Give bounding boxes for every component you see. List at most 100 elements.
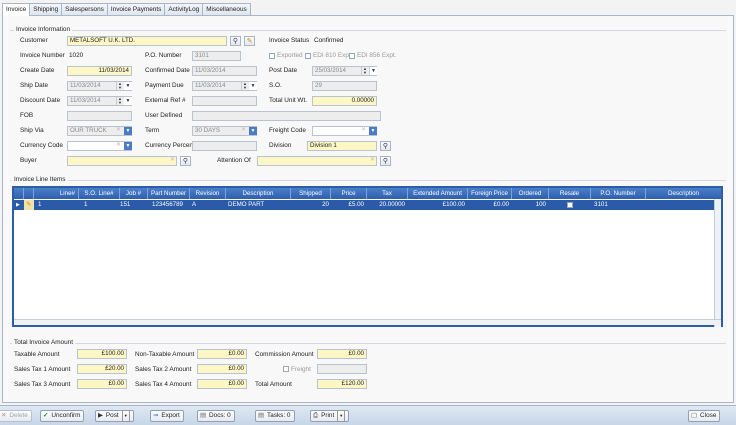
freight-code-clear-icon[interactable]: ✕ bbox=[361, 126, 366, 133]
ship-date-dropdown[interactable]: ▼ bbox=[124, 82, 132, 90]
column-header-description[interactable]: Description bbox=[226, 188, 291, 199]
confirmed-date-field[interactable]: 11/03/2014 bbox=[192, 66, 257, 76]
ship-via-field[interactable]: OUR TRUCK bbox=[67, 126, 132, 136]
column-header-revision[interactable]: Revision bbox=[190, 188, 226, 199]
tab-invoice-payments[interactable]: Invoice Payments bbox=[106, 3, 166, 15]
division-field[interactable]: Division 1 bbox=[307, 141, 377, 151]
ship-date-label: Ship Date bbox=[20, 82, 49, 89]
external-ref-field[interactable] bbox=[192, 96, 257, 106]
payment-due-spinner[interactable]: ▲ ▼ bbox=[241, 82, 248, 90]
fob-field[interactable] bbox=[67, 111, 132, 121]
grid-horizontal-scrollbar[interactable] bbox=[14, 319, 721, 325]
cell-line: 1 bbox=[38, 201, 42, 208]
currency-percent-field[interactable] bbox=[192, 141, 257, 151]
cell-resale bbox=[549, 200, 591, 210]
row-edit-pencil-icon[interactable]: ✎ bbox=[24, 200, 34, 210]
term-field[interactable]: 30 DAYS bbox=[192, 126, 257, 136]
freight-code-dropdown[interactable]: ▼ bbox=[369, 127, 377, 135]
close-button[interactable]: ▢ Close bbox=[688, 410, 721, 422]
customer-edit-button[interactable]: ✎ bbox=[244, 36, 255, 46]
tab-activity-log[interactable]: ActivityLog bbox=[164, 3, 204, 15]
division-search-button[interactable]: ⚲ bbox=[380, 141, 391, 151]
freight-checkbox[interactable] bbox=[283, 366, 289, 372]
printer-icon: ⎙ bbox=[313, 412, 319, 419]
commission-amount-field[interactable]: £0.00 bbox=[317, 349, 367, 359]
edi856-checkbox[interactable] bbox=[349, 53, 355, 59]
ship-via-dropdown[interactable]: ▼ bbox=[124, 127, 132, 135]
po-number-field[interactable]: 3101 bbox=[192, 51, 241, 61]
post-date-dropdown[interactable]: ▼ bbox=[369, 67, 377, 75]
column-header-so-line[interactable]: S.O. Line# bbox=[79, 188, 120, 199]
tab-shipping[interactable]: Shipping bbox=[29, 3, 63, 15]
buyer-search-button[interactable]: ⚲ bbox=[180, 156, 191, 166]
ship-via-clear-icon[interactable]: ✕ bbox=[116, 126, 121, 133]
currency-code-clear-icon[interactable]: ✕ bbox=[116, 141, 121, 148]
total-amount-field[interactable]: £120.00 bbox=[317, 379, 367, 389]
column-header-extended-amount[interactable]: Extended Amount bbox=[408, 188, 468, 199]
tab-miscellaneous[interactable]: Miscellaneous bbox=[202, 3, 251, 15]
tab-invoice[interactable]: Invoice bbox=[2, 3, 31, 16]
term-dropdown[interactable]: ▼ bbox=[249, 127, 257, 135]
payment-due-dropdown[interactable]: ▼ bbox=[249, 82, 257, 90]
discount-date-dropdown[interactable]: ▼ bbox=[124, 97, 132, 105]
currency-code-field[interactable] bbox=[67, 141, 132, 151]
grid-vertical-scrollbar[interactable] bbox=[714, 199, 721, 327]
create-date-field[interactable]: 11/03/2014 bbox=[67, 66, 132, 76]
edi810-checkbox[interactable] bbox=[305, 53, 311, 59]
exported-checkbox[interactable] bbox=[269, 53, 275, 59]
buyer-clear-icon[interactable]: ✕ bbox=[170, 156, 175, 163]
attention-clear-icon[interactable]: ✕ bbox=[370, 156, 375, 163]
attention-search-button[interactable]: ⚲ bbox=[380, 156, 391, 166]
freight-field[interactable] bbox=[317, 364, 367, 374]
customer-label: Customer bbox=[20, 37, 48, 44]
column-header-part-number[interactable]: Part Number bbox=[148, 188, 190, 199]
buyer-field[interactable] bbox=[67, 156, 177, 166]
document-icon: ▤ bbox=[200, 412, 207, 419]
sales-tax-3-field[interactable]: £0.00 bbox=[77, 379, 127, 389]
export-label: Export bbox=[161, 412, 180, 419]
print-dropdown-icon[interactable]: ▼ bbox=[337, 410, 346, 422]
resale-checkbox[interactable] bbox=[567, 202, 573, 208]
post-date-spinner[interactable]: ▲ ▼ bbox=[361, 67, 368, 75]
column-header-line[interactable]: Line# bbox=[34, 188, 79, 199]
sales-tax-4-field[interactable]: £0.00 bbox=[197, 379, 247, 389]
total-unit-wt-field[interactable]: 0.00000 bbox=[312, 96, 377, 106]
user-defined-field[interactable] bbox=[192, 111, 381, 121]
so-field[interactable]: 29 bbox=[312, 81, 377, 91]
currency-code-dropdown[interactable]: ▼ bbox=[124, 142, 132, 150]
attention-of-field[interactable] bbox=[257, 156, 377, 166]
tasks-button[interactable]: ▤ Tasks: 0 bbox=[255, 410, 295, 422]
post-button[interactable]: ▶ Post ▼ bbox=[95, 410, 134, 422]
tab-salespersons[interactable]: Salespersons bbox=[61, 3, 108, 15]
sales-tax-1-field[interactable]: £20.00 bbox=[77, 364, 127, 374]
discount-date-spinner[interactable]: ▲ ▼ bbox=[116, 97, 123, 105]
column-header-foreign-price[interactable]: Foreign Price bbox=[468, 188, 512, 199]
customer-field[interactable]: METALSOFT U.K. LTD. bbox=[67, 36, 227, 46]
export-button[interactable]: ⇒ Export bbox=[150, 410, 184, 422]
column-header-line-description[interactable]: Description bbox=[646, 188, 721, 199]
delete-button[interactable]: ✕ Delete bbox=[0, 410, 32, 422]
column-header-job[interactable]: Job # bbox=[120, 188, 148, 199]
external-ref-label: External Ref # bbox=[145, 97, 186, 104]
customer-search-button[interactable]: ⚲ bbox=[230, 36, 241, 46]
sales-tax-2-field[interactable]: £0.00 bbox=[197, 364, 247, 374]
taxable-amount-field[interactable]: £100.00 bbox=[77, 349, 127, 359]
column-header-shipped[interactable]: Shipped bbox=[291, 188, 331, 199]
cell-shipped: 20 bbox=[322, 201, 329, 208]
column-header-tax[interactable]: Tax bbox=[367, 188, 408, 199]
ship-date-spinner[interactable]: ▲ ▼ bbox=[116, 82, 123, 90]
post-dropdown-icon[interactable]: ▼ bbox=[121, 410, 130, 422]
column-header-po-number[interactable]: P.O. Number bbox=[591, 188, 646, 199]
term-clear-icon[interactable]: ✕ bbox=[241, 126, 246, 133]
column-header-price[interactable]: Price bbox=[331, 188, 367, 199]
column-header-ordered[interactable]: Ordered bbox=[512, 188, 549, 199]
column-header-resale[interactable]: Resale bbox=[549, 188, 591, 199]
print-button[interactable]: ⎙ Print ▼ bbox=[310, 410, 350, 422]
term-label: Term bbox=[145, 127, 160, 134]
unconfirm-button[interactable]: ✓ Unconfirm bbox=[40, 410, 85, 422]
line-items-grid[interactable]: Line# S.O. Line# Job # Part Number Revis… bbox=[12, 186, 723, 327]
non-taxable-amount-field[interactable]: £0.00 bbox=[197, 349, 247, 359]
table-row[interactable]: ▶ ✎ 1 1 151 123456789 A DEMO PART 20 £5.… bbox=[14, 200, 721, 210]
freight-code-field[interactable] bbox=[312, 126, 377, 136]
docs-button[interactable]: ▤ Docs: 0 bbox=[197, 410, 235, 422]
